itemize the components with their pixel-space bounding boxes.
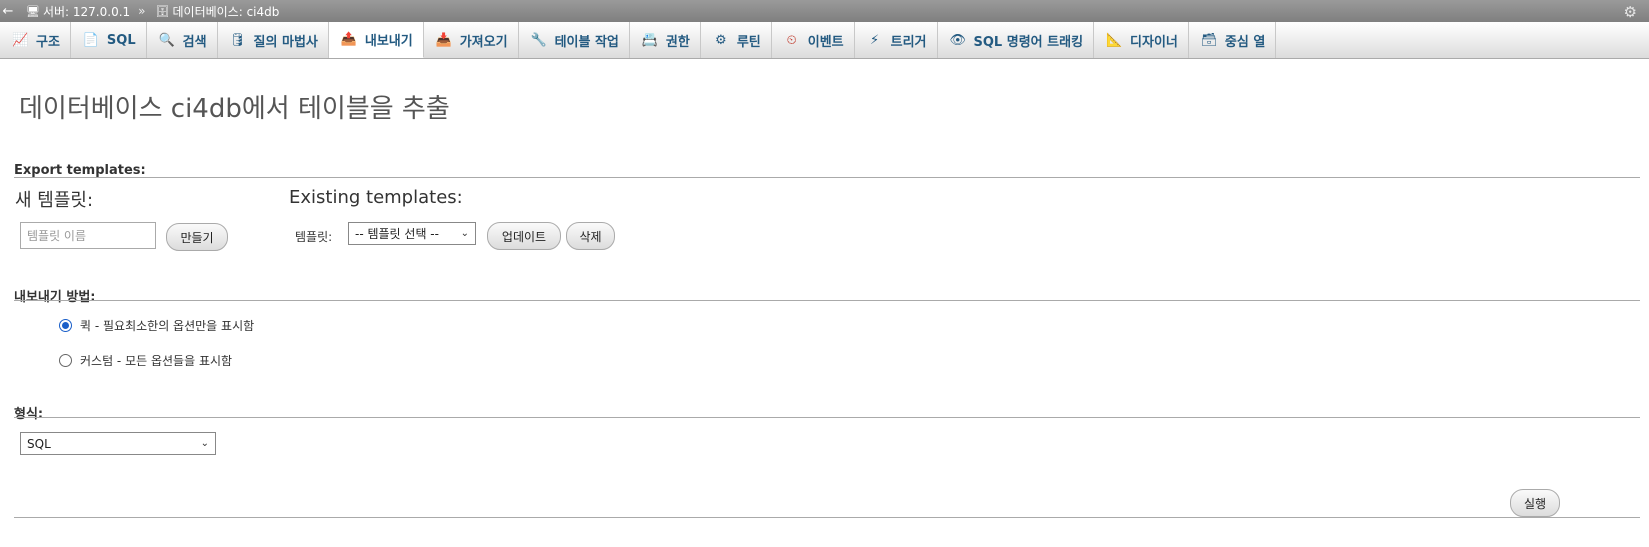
triggers-icon: ⚡ xyxy=(870,32,880,48)
wrench-icon: 🔧 xyxy=(530,32,547,48)
clock-icon: ⏲ xyxy=(786,32,797,48)
import-icon: 📥 xyxy=(435,32,452,48)
tab-export[interactable]: 📤 내보내기 xyxy=(328,22,424,58)
section-divider xyxy=(14,300,1640,301)
template-select-label: 템플릿: xyxy=(295,230,333,244)
page-title: 데이터베이스 ci4db에서 테이블을 추출 xyxy=(19,94,450,124)
tab-routines[interactable]: ⚙ 루틴 xyxy=(701,22,772,58)
update-template-button[interactable]: 업데이트 xyxy=(487,222,561,250)
template-select-value: -- 템플릿 선택 -- xyxy=(355,227,439,241)
section-divider xyxy=(14,417,1640,418)
template-name-input[interactable] xyxy=(20,222,156,249)
go-button[interactable]: 실행 xyxy=(1510,489,1560,517)
tab-privileges[interactable]: 📇 권한 xyxy=(630,22,701,58)
custom-export-radio[interactable] xyxy=(59,354,72,367)
chevron-down-icon: ⌄ xyxy=(200,438,209,449)
breadcrumb: ← 🖥 서버: 127.0.0.1 » 🗄 데이터베이스: ci4db ⚙ xyxy=(0,0,1649,22)
quick-export-option[interactable]: 퀵 - 필요최소한의 옵션만을 표시함 xyxy=(59,317,254,334)
structure-icon: 📈 xyxy=(12,32,29,48)
tab-events[interactable]: ⏲ 이벤트 xyxy=(772,22,855,58)
privileges-icon: 📇 xyxy=(641,32,659,48)
tab-import[interactable]: 📥 가져오기 xyxy=(424,22,519,58)
arrow-left-icon[interactable]: ← xyxy=(0,4,16,19)
breadcrumb-separator: » xyxy=(138,4,146,18)
format-select-value: SQL xyxy=(27,436,51,451)
export-templates-label: Export templates: xyxy=(14,163,146,178)
tab-sql[interactable]: 📄 SQL xyxy=(71,22,147,58)
create-template-button[interactable]: 만들기 xyxy=(166,223,228,251)
chevron-down-icon: ⌄ xyxy=(460,228,469,239)
search-icon: 🔍 xyxy=(158,32,175,48)
format-label: 형식: xyxy=(14,407,44,422)
tab-search[interactable]: 🔍 검색 xyxy=(147,22,218,58)
custom-export-option[interactable]: 커스텀 - 모든 옵션들을 표시함 xyxy=(59,352,232,369)
tab-query[interactable]: 🛢 질의 마법사 xyxy=(218,22,329,58)
new-template-heading: 새 템플릿: xyxy=(15,190,94,211)
breadcrumb-database[interactable]: 🗄 데이터베이스: ci4db xyxy=(156,3,280,20)
export-icon: 📤 xyxy=(340,32,358,47)
template-select[interactable]: -- 템플릿 선택 -- ⌄ xyxy=(348,222,476,245)
database-icon: 🗄 xyxy=(155,4,170,18)
existing-templates-heading: Existing templates: xyxy=(289,187,463,208)
query-icon: 🛢 xyxy=(229,32,247,48)
quick-export-radio[interactable] xyxy=(59,319,72,332)
tab-central-columns[interactable]: 🗃 중심 열 xyxy=(1189,22,1277,58)
bottom-divider xyxy=(14,517,1640,518)
central-columns-icon: 🗃 xyxy=(1200,32,1218,48)
format-select[interactable]: SQL ⌄ xyxy=(20,432,216,455)
tab-designer[interactable]: 📐 디자이너 xyxy=(1094,22,1189,58)
tab-operations[interactable]: 🔧 테이블 작업 xyxy=(519,22,630,58)
eye-icon: 👁 xyxy=(949,32,967,48)
breadcrumb-server-label[interactable]: 서버: 127.0.0.1 xyxy=(43,3,130,20)
breadcrumb-database-label[interactable]: 데이터베이스: ci4db xyxy=(172,3,279,20)
designer-icon: 📐 xyxy=(1106,32,1123,48)
gear-icon[interactable]: ⚙ xyxy=(1624,3,1637,21)
delete-template-button[interactable]: 삭제 xyxy=(566,222,615,250)
sql-icon: 📄 xyxy=(82,32,100,48)
tab-structure[interactable]: 📈 구조 xyxy=(0,22,71,58)
server-icon: 🖥 xyxy=(26,4,40,18)
breadcrumb-server[interactable]: 🖥 서버: 127.0.0.1 xyxy=(26,3,130,20)
export-method-label: 내보내기 방법: xyxy=(14,290,96,305)
tab-tracking[interactable]: 👁 SQL 명령어 트래킹 xyxy=(938,22,1095,58)
routines-icon: ⚙ xyxy=(714,32,727,48)
custom-export-label[interactable]: 커스텀 - 모든 옵션들을 표시함 xyxy=(80,352,232,369)
section-divider xyxy=(14,177,1640,178)
quick-export-label[interactable]: 퀵 - 필요최소한의 옵션만을 표시함 xyxy=(80,317,254,334)
tab-triggers[interactable]: ⚡ 트리거 xyxy=(855,22,938,58)
tab-bar: 📈 구조 📄 SQL 🔍 검색 🛢 질의 마법사 📤 내보내기 📥 가져오기 🔧 테이블 작업… xyxy=(0,22,1649,59)
